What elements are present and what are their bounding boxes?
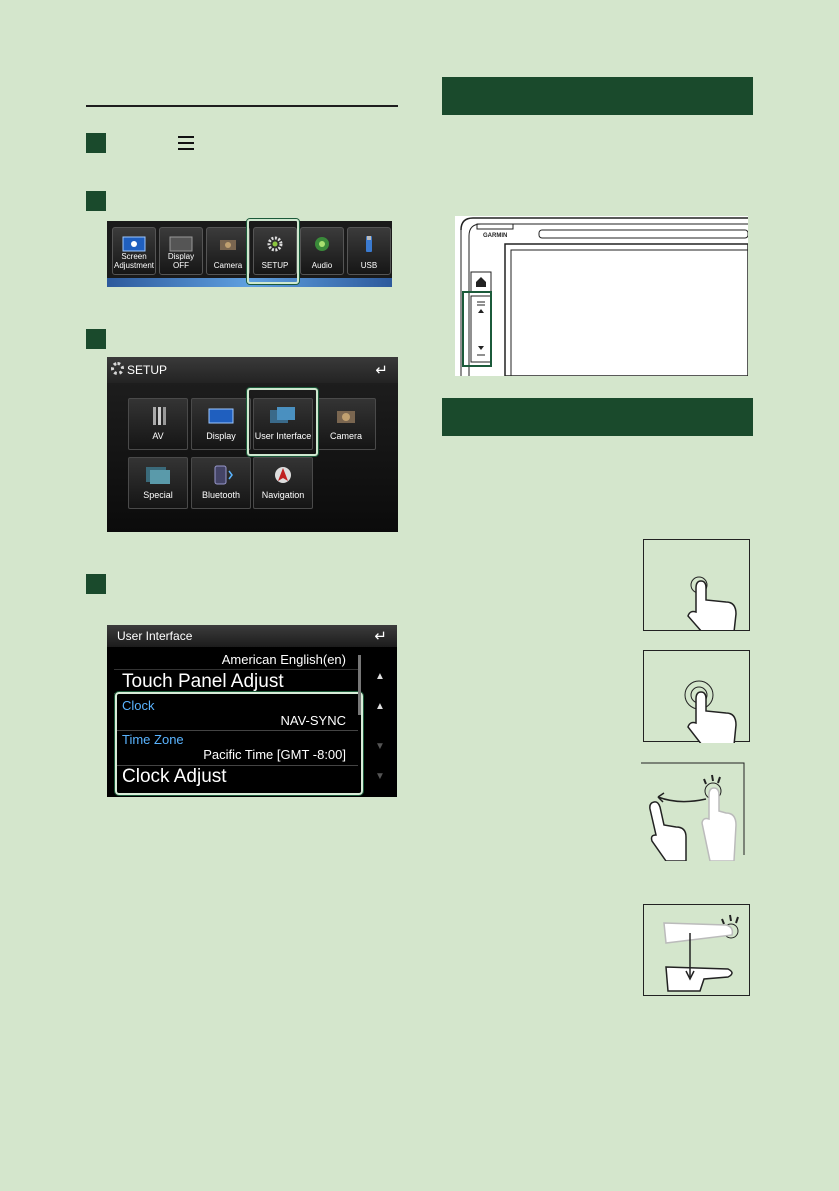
setup-gear-icon (111, 362, 124, 375)
language-row[interactable]: American English(en) (114, 649, 358, 670)
section-banner-2 (442, 398, 753, 436)
clock-settings-highlight (115, 692, 363, 795)
display-icon (208, 408, 234, 424)
navigation-button[interactable]: Navigation (253, 457, 313, 509)
step-marker-2 (86, 191, 106, 211)
back-arrow-icon[interactable]: ↵ (375, 361, 388, 379)
bluetooth-button[interactable]: Bluetooth (191, 457, 251, 509)
display-button[interactable]: Display (191, 398, 251, 450)
section-rule (86, 105, 398, 107)
usb-button[interactable]: USB (347, 227, 391, 275)
camera-setup-button[interactable]: Camera (316, 398, 376, 450)
long-press-hand-icon (684, 680, 737, 746)
usb-icon (366, 236, 372, 252)
flick-gesture-illustration (634, 757, 746, 862)
screen-adjustment-icon (122, 236, 146, 252)
ui-header: User Interface ↵ (107, 625, 397, 647)
display-off-button[interactable]: Display OFF (159, 227, 203, 275)
drag-hand-icon (663, 914, 739, 992)
av-button[interactable]: AV (128, 398, 188, 450)
back-arrow-icon[interactable]: ↵ (374, 627, 387, 645)
audio-icon (315, 237, 329, 251)
ui-title: User Interface (117, 629, 193, 643)
head-unit-drawing (460, 217, 748, 376)
head-unit-illustration: GARMIN (455, 216, 748, 376)
touch-gesture-illustration (643, 539, 750, 633)
setup-title: SETUP (127, 363, 168, 377)
special-icon (146, 467, 170, 484)
bluetooth-phone-icon (214, 465, 233, 485)
section-banner-1 (442, 77, 753, 115)
step-marker-1 (86, 133, 106, 153)
audio-button[interactable]: Audio (300, 227, 344, 275)
scroll-top-icon[interactable]: ▲︎ (375, 671, 385, 682)
scroll-down-icon[interactable]: ▼ (375, 741, 385, 752)
setup-highlight (247, 219, 299, 284)
navigation-icon (275, 467, 291, 483)
brand-logo: GARMIN (483, 233, 508, 239)
camera-icon (220, 240, 236, 250)
long-touch-gesture-illustration (643, 650, 750, 746)
special-button[interactable]: Special (128, 457, 188, 509)
camera-icon (337, 411, 355, 423)
step-marker-3 (86, 329, 106, 349)
menu-icon (178, 136, 194, 150)
step-marker-4 (86, 574, 106, 594)
screen-adjustment-button[interactable]: Screen Adjustment (112, 227, 156, 275)
tap-hand-icon (687, 576, 737, 633)
scroll-up-icon[interactable]: ▲ (375, 701, 385, 712)
setup-header: SETUP ↵ (107, 357, 398, 383)
av-icon (153, 407, 166, 425)
touch-panel-adjust-row[interactable]: Touch Panel Adjust (114, 670, 358, 694)
flick-hand-icon (641, 762, 745, 862)
scrollbar[interactable] (358, 655, 361, 715)
camera-button[interactable]: Camera (206, 227, 250, 275)
user-interface-highlight (247, 388, 318, 456)
display-off-icon (169, 236, 193, 252)
scroll-bottom-icon[interactable]: ▼ (375, 771, 385, 782)
drag-gesture-illustration (643, 904, 750, 996)
user-interface-screen: User Interface ↵ American English(en) To… (107, 625, 397, 797)
